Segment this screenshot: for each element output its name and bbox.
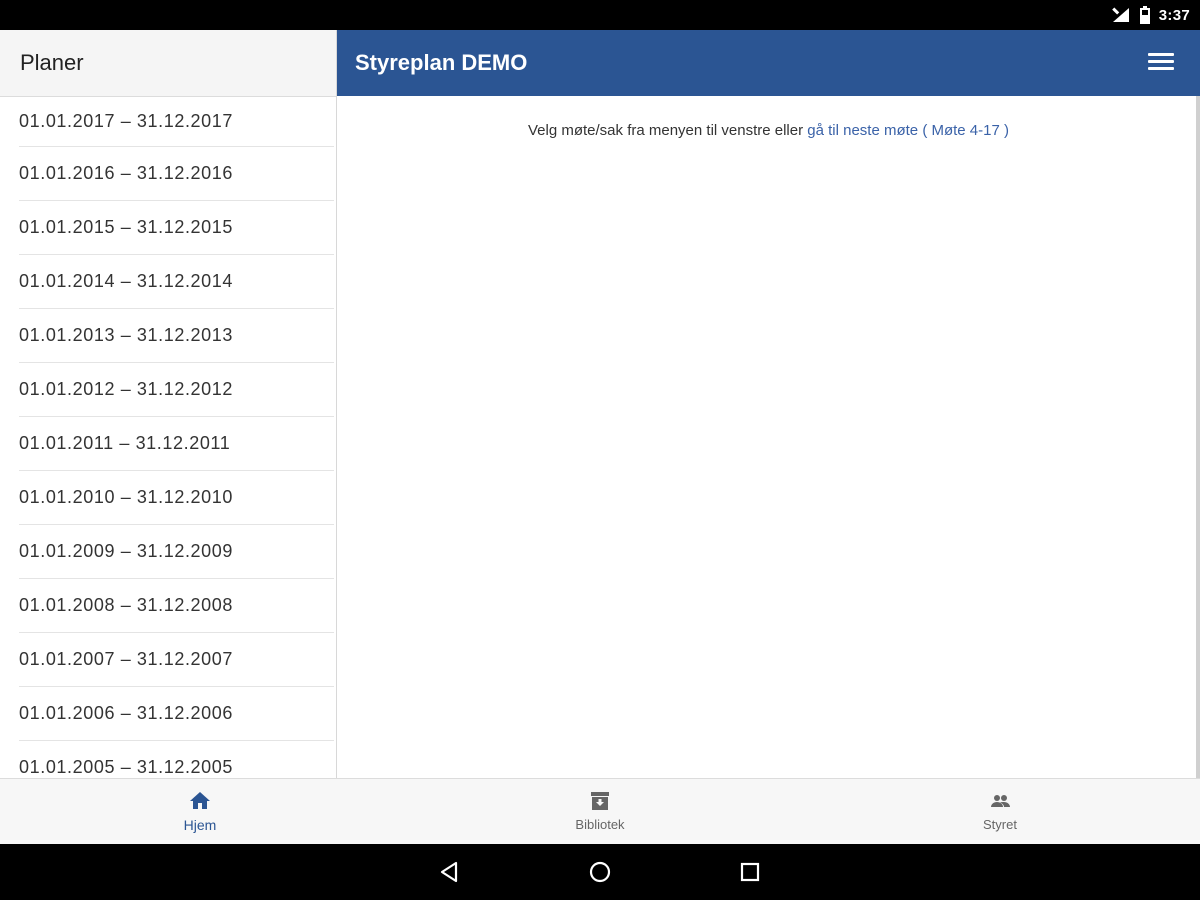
sidebar-title: Planer bbox=[0, 30, 336, 97]
hamburger-menu-icon[interactable] bbox=[1148, 53, 1174, 73]
hint-message: Velg møte/sak fra menyen til venstre ell… bbox=[337, 122, 1200, 139]
nav-library[interactable]: Bibliotek bbox=[540, 789, 660, 839]
plan-item[interactable]: 01.01.2012 – 31.12.2012 bbox=[19, 363, 334, 417]
plan-item[interactable]: 01.01.2005 – 31.12.2005 bbox=[19, 741, 334, 778]
recents-icon[interactable] bbox=[738, 860, 762, 884]
plan-item[interactable]: 01.01.2013 – 31.12.2013 bbox=[19, 309, 334, 363]
plan-item[interactable]: 01.01.2017 – 31.12.2017 bbox=[19, 97, 334, 147]
plan-item[interactable]: 01.01.2015 – 31.12.2015 bbox=[19, 201, 334, 255]
battery-icon bbox=[1139, 6, 1150, 24]
page-title: Styreplan DEMO bbox=[355, 50, 528, 75]
nav-home-label: Hjem bbox=[183, 817, 217, 833]
signal-icon bbox=[1111, 7, 1129, 22]
hint-text: Velg møte/sak fra menyen til venstre ell… bbox=[527, 122, 808, 139]
plan-item[interactable]: 01.01.2014 – 31.12.2014 bbox=[19, 255, 334, 309]
home-icon bbox=[190, 792, 210, 809]
archive-icon bbox=[591, 792, 609, 810]
plan-item[interactable]: 01.01.2006 – 31.12.2006 bbox=[19, 687, 334, 741]
main-content: Velg møte/sak fra menyen til venstre ell… bbox=[337, 96, 1200, 778]
plan-item[interactable]: 01.01.2009 – 31.12.2009 bbox=[19, 525, 334, 579]
plan-item[interactable]: 01.01.2011 – 31.12.2011 bbox=[19, 417, 334, 471]
plan-item[interactable]: 01.01.2010 – 31.12.2010 bbox=[19, 471, 334, 525]
plan-item[interactable]: 01.01.2016 – 31.12.2016 bbox=[19, 147, 334, 201]
plans-sidebar: Planer 01.01.2017 – 31.12.2017 01.01.201… bbox=[0, 30, 337, 778]
home-circle-icon[interactable] bbox=[588, 860, 612, 884]
status-time: 3:37 bbox=[1158, 6, 1190, 24]
nav-board-label: Styret bbox=[983, 817, 1017, 832]
status-icons: 3:37 bbox=[1111, 6, 1190, 24]
nav-home[interactable]: Hjem bbox=[140, 789, 260, 839]
plan-item[interactable]: 01.01.2007 – 31.12.2007 bbox=[19, 633, 334, 687]
next-meeting-link[interactable]: gå til neste møte ( Møte 4-17 ) bbox=[807, 122, 1009, 139]
people-icon bbox=[991, 795, 1010, 807]
back-icon[interactable] bbox=[438, 860, 462, 884]
app-bar: Styreplan DEMO bbox=[337, 30, 1200, 96]
plan-item[interactable]: 01.01.2008 – 31.12.2008 bbox=[19, 579, 334, 633]
nav-board[interactable]: Styret bbox=[940, 789, 1060, 839]
status-bar: 3:37 bbox=[0, 0, 1200, 30]
bottom-navigation: Hjem Bibliotek Styret bbox=[0, 778, 1200, 844]
nav-library-label: Bibliotek bbox=[575, 817, 625, 832]
system-navigation-bar bbox=[0, 844, 1200, 900]
plan-list: 01.01.2017 – 31.12.2017 01.01.2016 – 31.… bbox=[0, 97, 336, 778]
